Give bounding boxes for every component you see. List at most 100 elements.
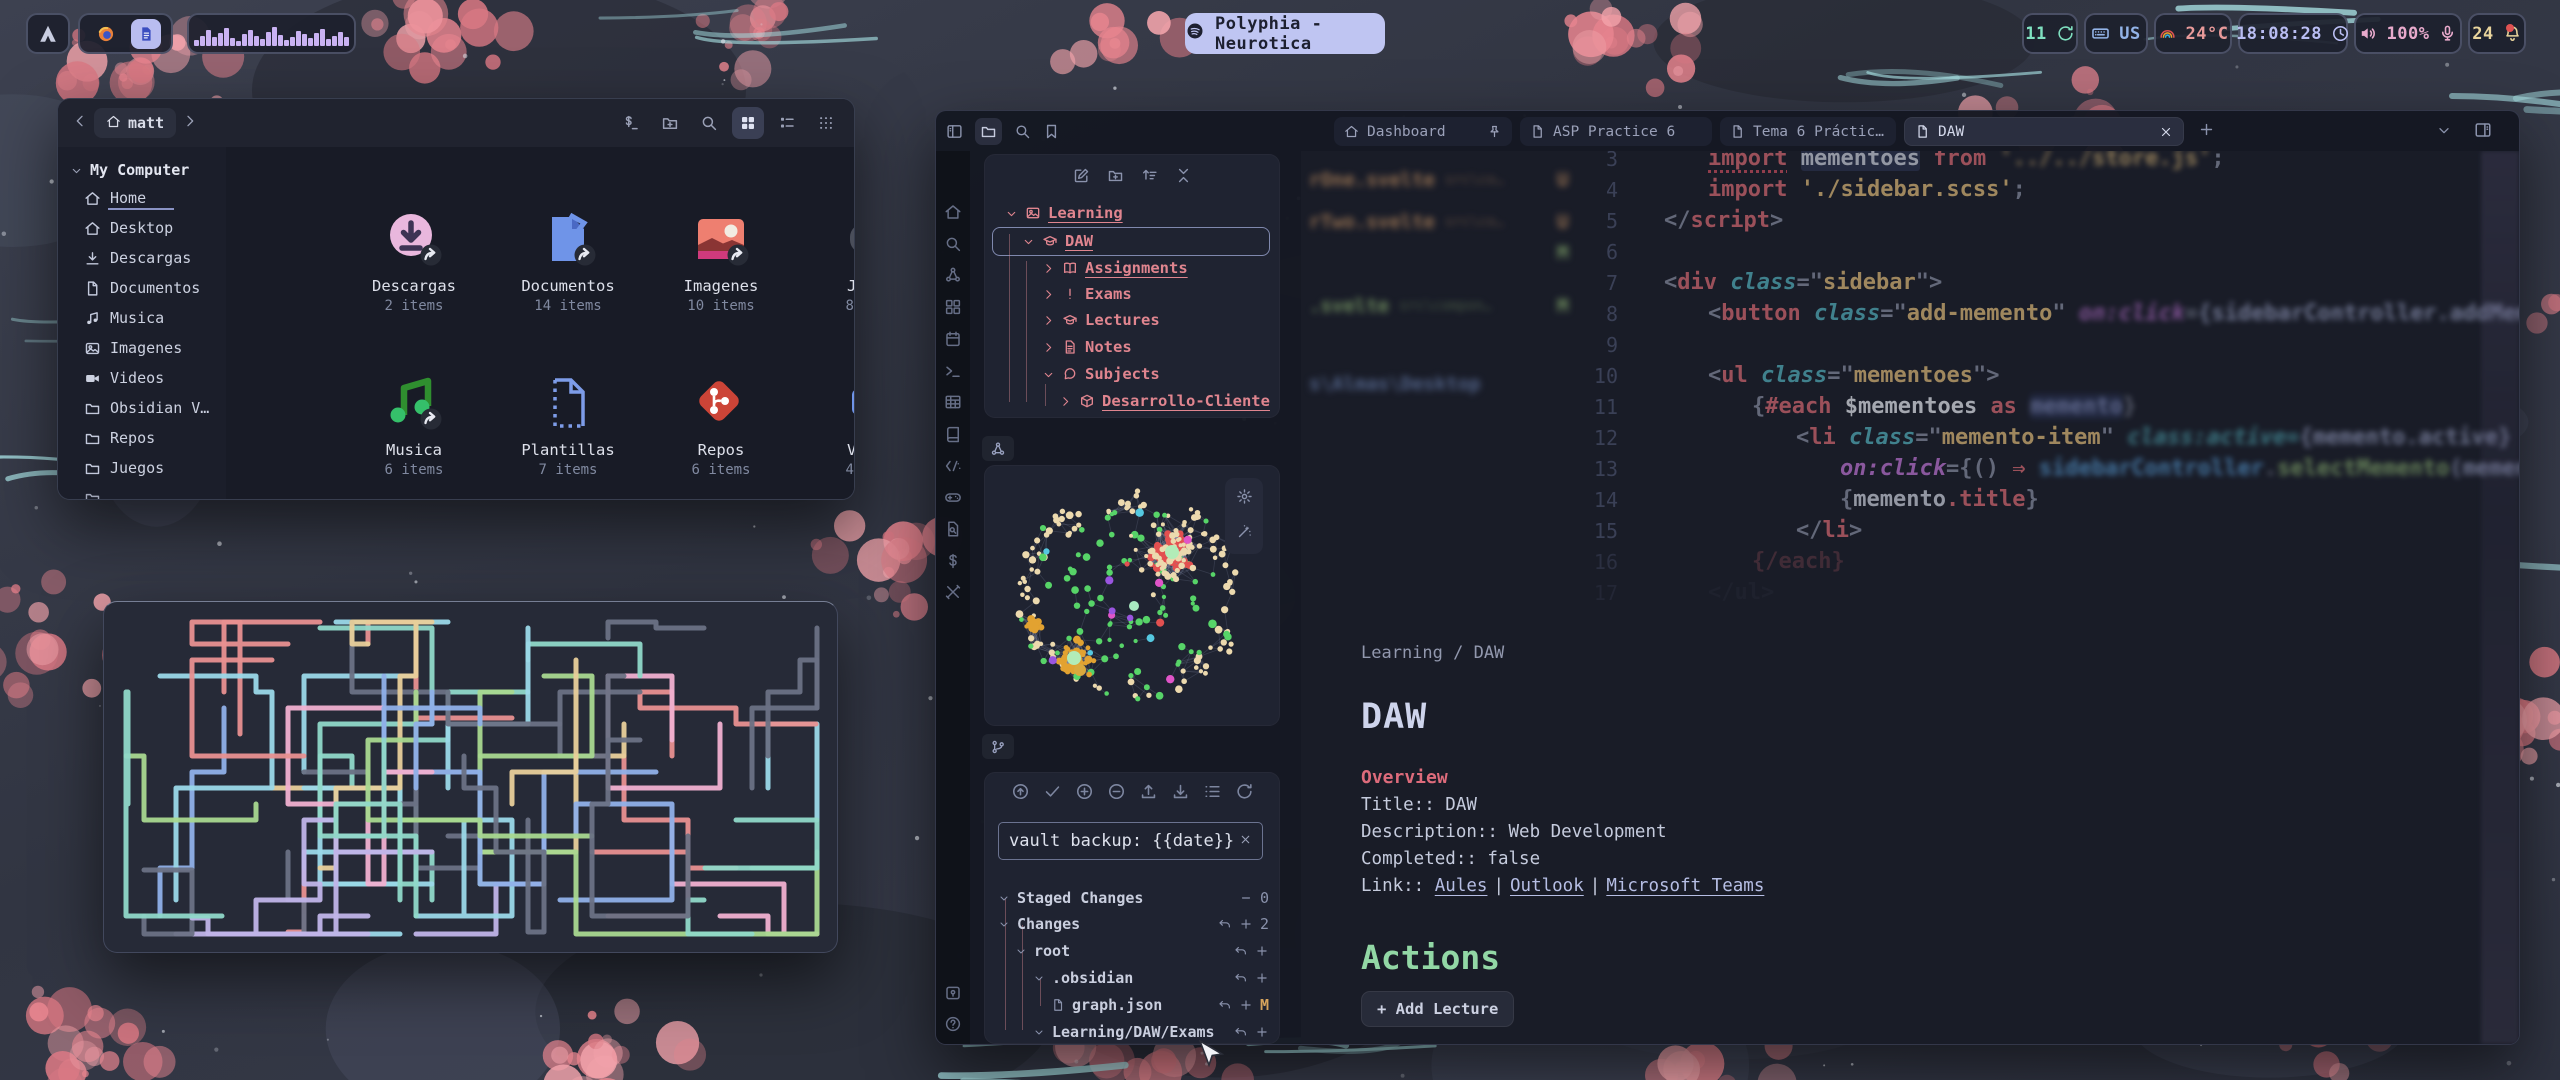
undo-icon[interactable] [1218, 917, 1232, 931]
ribbon-calendar-icon[interactable] [944, 330, 962, 352]
tab-asp-practice-6[interactable]: ASP Practice 6 [1520, 117, 1712, 146]
tree-item-daw[interactable]: DAW [1022, 232, 1093, 250]
note-link-aules[interactable]: Aules [1435, 876, 1488, 896]
tab-daw[interactable]: DAW [1904, 117, 2184, 146]
tree-item-desarrollo-cliente[interactable]: Desarrollo-Cliente [1059, 392, 1270, 410]
git-row-changes[interactable]: Changes2 [985, 912, 1269, 936]
tab-tema-6-pr-cticas[interactable]: Tema 6 Prácticas -… [1720, 117, 1896, 146]
plus-icon[interactable] [1255, 1025, 1269, 1039]
sidebar-item-desktop[interactable]: Desktop [58, 213, 226, 243]
action-button-add-lecture[interactable]: + Add Lecture [1361, 991, 1514, 1027]
obsidian-window[interactable]: Dashboard ASP Practice 6 Tema 6 Prácticas … [935, 110, 2520, 1045]
chev-right-icon[interactable] [1042, 262, 1055, 275]
tree-item-lectures[interactable]: Lectures [1042, 311, 1160, 329]
dock-app-firefox[interactable] [91, 19, 121, 49]
ribbon-tools-icon[interactable] [944, 583, 962, 605]
workspace-search-icon[interactable] [1014, 123, 1031, 140]
chev-right-icon[interactable] [1042, 314, 1055, 327]
git-row-obsidian[interactable]: .obsidian [985, 966, 1269, 990]
git-list-button[interactable] [1203, 782, 1222, 805]
sidebar-item-videos[interactable]: Videos [58, 363, 226, 393]
git-plus-circle-button[interactable] [1075, 782, 1094, 805]
chev-down-icon[interactable] [1033, 972, 1045, 984]
workspace-folder-icon[interactable] [975, 118, 1002, 145]
tree-item-learning[interactable]: Learning [1005, 204, 1123, 222]
sidebar-item-home[interactable]: Home [58, 183, 226, 213]
commit-message-input[interactable]: vault backup: {{date}} [998, 822, 1263, 860]
plus-icon[interactable] [1255, 944, 1269, 958]
folder-item-documentos[interactable]: Documentos14 items [498, 211, 638, 314]
ribbon-help-icon[interactable] [944, 1015, 962, 1037]
file-manager-window[interactable]: matt My Computer HomeDesktopDescargas Docu… [57, 98, 855, 500]
plus-icon[interactable] [1239, 917, 1253, 931]
chev-down-icon[interactable] [1033, 1026, 1045, 1038]
right-sidebar-toggle-icon[interactable] [2474, 121, 2492, 143]
ribbon-home-icon[interactable] [944, 203, 962, 225]
folder-item-videos[interactable]: Videos4 items [805, 375, 855, 478]
graph-gear-button[interactable] [1236, 488, 1253, 509]
chev-down-icon[interactable] [1015, 945, 1027, 957]
folder-item-juegos[interactable]: Juegos8 items [805, 211, 855, 314]
new-tab-button[interactable] [2198, 121, 2215, 142]
sidebar-item-obsidian-v[interactable]: Obsidian V… [58, 393, 226, 423]
git-minus-circle-button[interactable] [1107, 782, 1126, 805]
ribbon-dollar-icon[interactable] [944, 552, 962, 574]
git-row-learning-daw-exams[interactable]: Learning/DAW/Exams [985, 1020, 1269, 1044]
sidebar-item-repos[interactable]: Repos [58, 423, 226, 453]
plus-icon[interactable] [1239, 998, 1253, 1012]
tree-item-notes[interactable]: Notes [1042, 338, 1132, 356]
ribbon-file-search-icon[interactable] [944, 520, 962, 542]
graph-view-tab-chip[interactable] [982, 436, 1014, 461]
launcher-button[interactable] [26, 13, 70, 54]
folder-item-imagenes[interactable]: Imagenes10 items [651, 211, 791, 314]
git-row-staged-changes[interactable]: Staged Changes0 [985, 886, 1269, 910]
explorer-sort-button[interactable] [1141, 167, 1158, 188]
module-updates[interactable]: 11 [2022, 13, 2078, 54]
tree-item-assignments[interactable]: Assignments [1042, 259, 1188, 277]
sidebar-item-descargas[interactable]: Descargas [58, 243, 226, 273]
chevron-down-icon[interactable] [2436, 122, 2452, 142]
fm-tool-folder-plus[interactable] [654, 107, 686, 139]
explorer-folder-plus-button[interactable] [1107, 167, 1124, 188]
chev-right-icon[interactable] [1042, 341, 1055, 354]
media-player-widget[interactable]: Polyphia - Neurotica [1185, 13, 1385, 54]
chev-down-icon[interactable] [998, 918, 1010, 930]
git-tab-chip[interactable] [982, 734, 1014, 759]
tab-dashboard[interactable]: Dashboard [1334, 117, 1512, 146]
git-row-graph-json[interactable]: graph.jsonM [985, 993, 1269, 1017]
chev-down-icon[interactable] [1005, 207, 1018, 220]
breadcrumb[interactable]: matt [94, 108, 176, 138]
git-upload-button[interactable] [1139, 782, 1158, 805]
ribbon-graph-icon[interactable] [944, 266, 962, 288]
fm-tool-dollar-prompt[interactable] [615, 107, 647, 139]
tree-item-subjects[interactable]: Subjects [1042, 365, 1160, 383]
ribbon-table-icon[interactable] [944, 393, 962, 415]
explorer-collapse-button[interactable] [1175, 167, 1192, 188]
undo-icon[interactable] [1234, 1025, 1248, 1039]
chev-down-icon[interactable] [1022, 235, 1035, 248]
folder-item-repos[interactable]: Repos6 items [651, 375, 791, 478]
clear-input-icon[interactable] [1239, 831, 1252, 851]
sidebar-root[interactable]: My Computer [70, 161, 226, 179]
git-circle-up-button[interactable] [1011, 782, 1030, 805]
ribbon-grid-icon[interactable] [944, 298, 962, 320]
module-keyboard-layout[interactable]: US [2084, 13, 2148, 54]
sidebar-item-juegos[interactable]: Juegos [58, 453, 226, 483]
module-weather[interactable]: 24°C [2154, 13, 2232, 54]
fm-tool-list-view[interactable] [771, 107, 803, 139]
undo-icon[interactable] [1234, 944, 1248, 958]
git-refresh-button[interactable] [1235, 782, 1254, 805]
ribbon-search-icon[interactable] [944, 235, 962, 257]
taskbar-dock[interactable] [78, 13, 173, 54]
ribbon-book-icon[interactable] [944, 425, 962, 447]
explorer-edit-button[interactable] [1073, 167, 1090, 188]
close-icon[interactable] [2159, 125, 2173, 139]
fm-tool-menu-grid[interactable] [810, 107, 842, 139]
workspace-layout-left-icon[interactable] [946, 123, 963, 140]
folder-item-musica[interactable]: Musica6 items [344, 375, 484, 478]
sidebar-item-imagenes[interactable]: Imagenes [58, 333, 226, 363]
module-clock[interactable]: 18:08:28 [2238, 13, 2348, 54]
nav-forward-icon[interactable] [182, 113, 198, 133]
git-row-root[interactable]: root [985, 939, 1269, 963]
git-download-button[interactable] [1171, 782, 1190, 805]
